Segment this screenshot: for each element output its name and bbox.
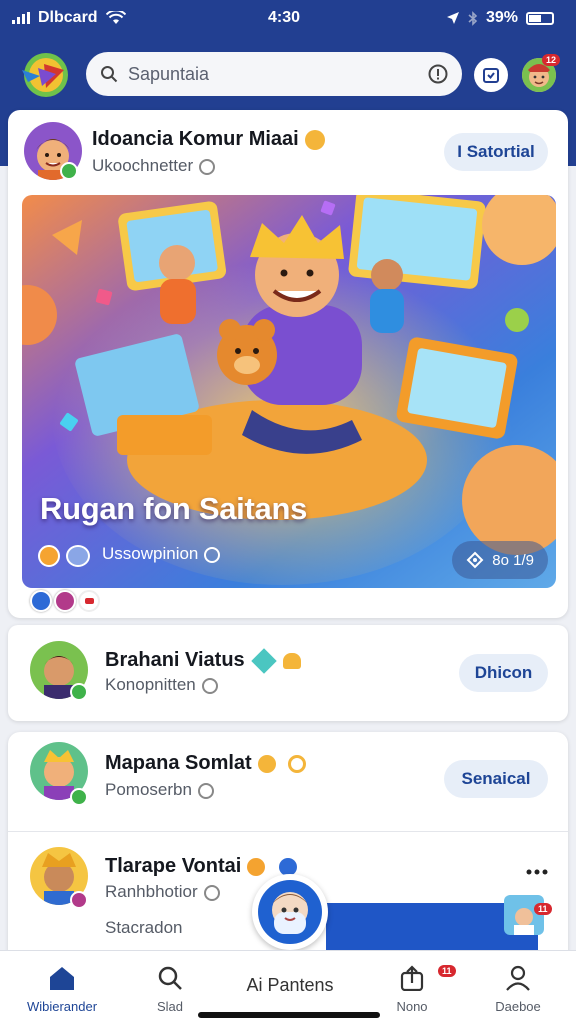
status-bar: Dlbcard 4:30 39% [0,0,576,36]
app-logo[interactable] [16,48,72,98]
post-text: Stacradon [105,918,183,937]
smile-emoji-icon [257,754,276,773]
more-options-icon[interactable] [526,869,548,875]
nav-item-search[interactable]: Slad [120,963,220,1014]
verified-badge-icon [70,891,88,909]
author-name: Mapana Somlat [105,752,306,775]
verified-badge-icon [60,162,78,180]
wifi-icon [105,11,126,24]
search-bar[interactable]: Sapuntaia [86,52,462,96]
follow-button[interactable]: Senaical [444,760,548,798]
calendar-icon [483,68,499,83]
signal-icon [12,12,30,24]
home-indicator [198,1012,380,1018]
nav-label: Ai Pantens [246,975,334,995]
share-box-icon [400,965,424,991]
author-subtitle: Ranhbhotior [105,882,220,902]
clock: 4:30 [268,9,301,26]
home-icon [50,967,74,990]
nav-label: Daeboe [495,999,541,1014]
banner-subtitle: Ussowpinion [102,544,221,564]
clock-icon [199,158,216,175]
hand-icon [282,652,301,669]
battery-percent: 39% [485,9,518,26]
thumbnail-image [514,908,534,935]
face-badge-icon [66,545,90,567]
author-name: Brahani Viatus [105,647,301,674]
verified-badge-icon [70,683,88,701]
search-icon [158,966,182,990]
assistant-avatar-icon [272,892,308,934]
featured-post-card[interactable]: Idoancia Komur Miaai Ukoochnetter I Sato… [8,110,568,618]
nav-badge: 11 [438,965,456,977]
subscribe-button[interactable]: I Satortial [444,133,548,171]
list-item[interactable]: Mapana Somlat Pomoserbn Senaical [8,732,568,832]
post-card[interactable]: Brahani Viatus Konopnitten Dhicon [8,625,568,721]
nav-item-center[interactable]: Ai Pantens [230,975,350,996]
eye-icon [466,551,484,569]
author-subtitle: Pomoserbn [105,780,214,800]
reaction-red-icon[interactable] [78,590,100,612]
banner-illustration [22,195,556,588]
nav-item-profile[interactable]: Daeboe [468,963,568,1014]
search-input[interactable]: Sapuntaia [128,64,418,85]
banner-title: Rugan fon Saitans [40,491,308,526]
views-counter[interactable]: 8o 1/9 [452,541,548,579]
nav-label: Wibierander [26,999,98,1014]
follow-button[interactable]: Dhicon [459,654,548,692]
profile-icon [506,965,530,991]
views-count: 8o 1/9 [492,551,534,569]
calendar-button[interactable] [474,58,508,92]
location-arrow-icon [446,12,459,24]
emoji-icon [204,546,221,563]
carrier-label: Dlbcard [38,9,98,26]
assistant-fab[interactable] [252,874,328,950]
author-subtitle: Konopnitten [105,675,218,695]
notification-badge: 12 [542,54,561,66]
diamond-icon [250,647,277,674]
reaction-blue-icon[interactable] [30,590,52,612]
smile-emoji-icon [304,129,325,150]
nav-item-home[interactable]: Wibierander [12,963,112,1014]
clock-icon [201,677,218,694]
hand-icon [247,857,266,876]
orange-badge-icon [38,545,60,567]
featured-banner[interactable]: Rugan fon Saitans Ussowpinion 8o 1/9 [22,195,556,588]
thumbnail-badge: 11 [534,903,552,915]
sparkle-icon [287,754,306,773]
clock-icon [197,782,214,799]
media-thumbnail[interactable] [504,895,544,935]
author-subtitle: Ukoochnetter [92,156,216,176]
verified-badge-icon [70,788,88,806]
info-icon[interactable] [428,64,448,84]
clock-icon [203,884,220,901]
author-name: Tlarape Vontai [105,855,298,878]
battery-icon [526,11,554,25]
search-icon [101,66,118,83]
bluetooth-icon [468,10,478,26]
author-name: Idoancia Komur Miaai [92,128,325,151]
reaction-purple-icon[interactable] [54,590,76,612]
